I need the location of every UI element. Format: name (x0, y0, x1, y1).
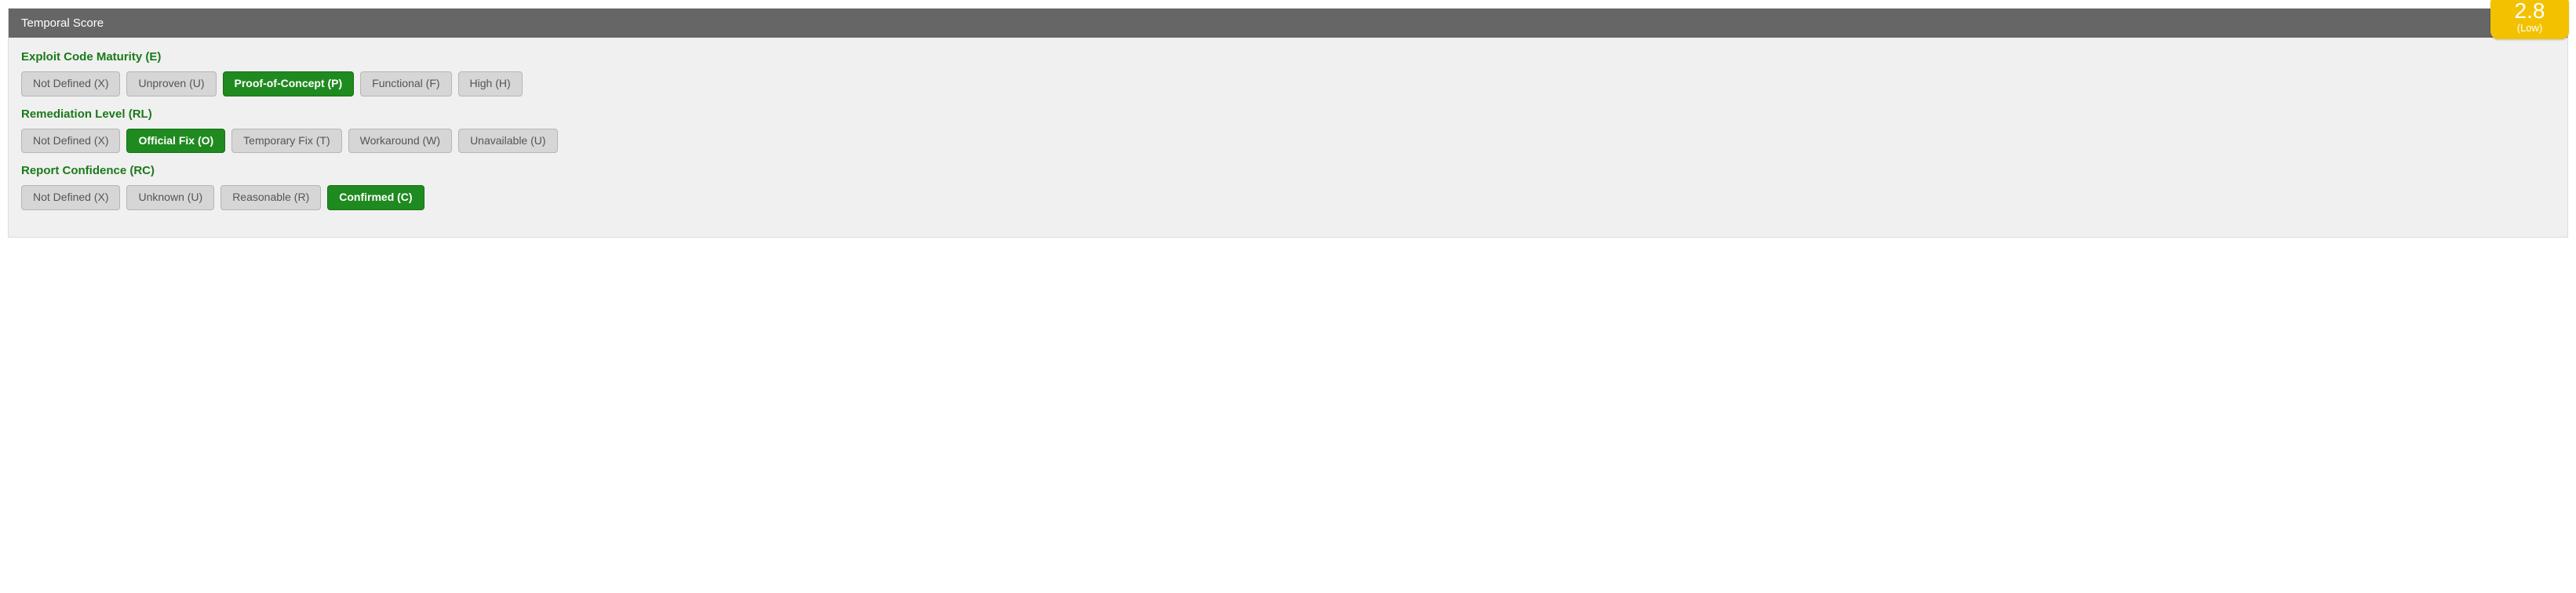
option-exploit-code-maturity-2[interactable]: Proof-of-Concept (P) (223, 71, 355, 96)
score-severity-label: (Low) (2490, 22, 2569, 35)
option-remediation-level-2[interactable]: Temporary Fix (T) (231, 129, 341, 154)
metric-title-report-confidence: Report Confidence (RC) (21, 164, 2555, 177)
score-value: 2.8 (2490, 0, 2569, 22)
option-exploit-code-maturity-4[interactable]: High (H) (458, 71, 523, 96)
options-row-exploit-code-maturity: Not Defined (X)Unproven (U) Proof-of-Conc… (21, 71, 2555, 96)
option-remediation-level-1[interactable]: Official Fix (O) (126, 129, 225, 154)
option-remediation-level-4[interactable]: Unavailable (U) (458, 129, 557, 154)
panel-header: Temporal Score 2.8 (Low) (9, 9, 2567, 38)
option-exploit-code-maturity-1[interactable]: Unproven (U) (126, 71, 216, 96)
metric-group-exploit-code-maturity: Exploit Code Maturity (E) Not Defined (X)… (21, 50, 2555, 96)
metric-group-report-confidence: Report Confidence (RC) Not Defined (X)Unk… (21, 164, 2555, 210)
metric-group-remediation-level: Remediation Level (RL) Not Defined (X)Off… (21, 107, 2555, 154)
metric-title-remediation-level: Remediation Level (RL) (21, 107, 2555, 121)
option-exploit-code-maturity-3[interactable]: Functional (F) (360, 71, 451, 96)
option-remediation-level-3[interactable]: Workaround (W) (348, 129, 452, 154)
option-exploit-code-maturity-0[interactable]: Not Defined (X) (21, 71, 120, 96)
option-report-confidence-0[interactable]: Not Defined (X) (21, 185, 120, 210)
panel-body: Exploit Code Maturity (E) Not Defined (X)… (9, 38, 2567, 237)
option-report-confidence-3[interactable]: Confirmed (C) (327, 185, 424, 210)
metric-title-exploit-code-maturity: Exploit Code Maturity (E) (21, 50, 2555, 64)
options-row-remediation-level: Not Defined (X)Official Fix (O)Temporary… (21, 129, 2555, 154)
option-report-confidence-1[interactable]: Unknown (U) (126, 185, 214, 210)
temporal-score-panel: Temporal Score 2.8 (Low) Exploit Code Ma… (8, 8, 2568, 238)
options-row-report-confidence: Not Defined (X)Unknown (U)Reasonable (R)… (21, 185, 2555, 210)
panel-title: Temporal Score (21, 16, 104, 30)
option-report-confidence-2[interactable]: Reasonable (R) (220, 185, 321, 210)
page-root: Temporal Score 2.8 (Low) Exploit Code Ma… (0, 0, 2576, 238)
score-badge: 2.8 (Low) (2490, 0, 2569, 39)
option-remediation-level-0[interactable]: Not Defined (X) (21, 129, 120, 154)
